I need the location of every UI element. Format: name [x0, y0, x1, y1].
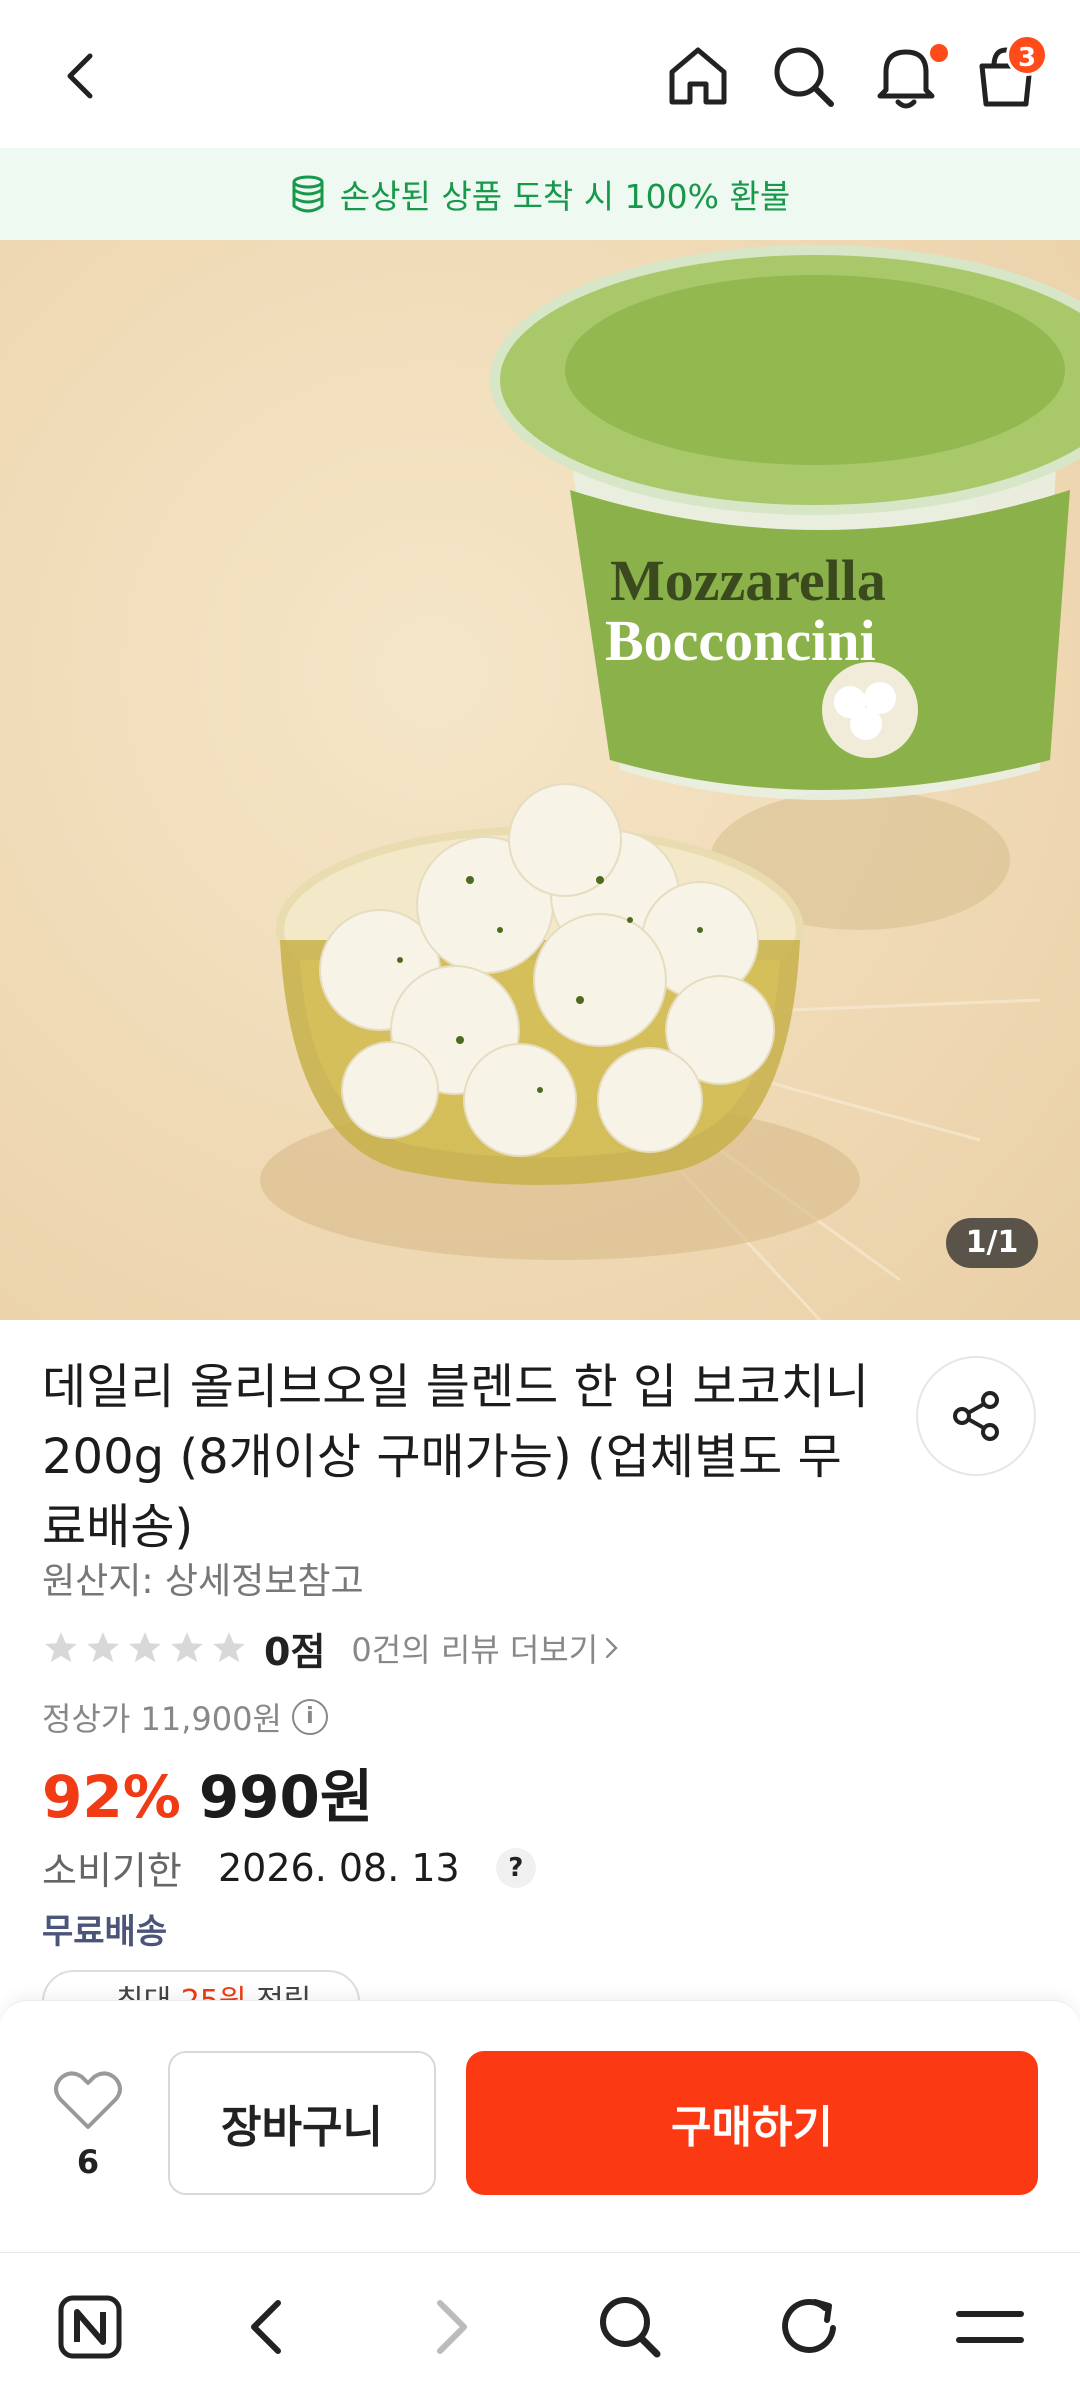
menu-icon	[956, 2311, 1024, 2343]
heart-icon	[54, 2071, 122, 2129]
search-icon	[600, 2297, 661, 2358]
product-title: 데일리 올리브오일 블렌드 한 입 보코치니 200g (8개이상 구매가능) …	[42, 1359, 870, 1555]
naver-n-icon	[58, 2295, 122, 2359]
sale-price: 990원	[198, 1763, 374, 1831]
star-icon	[129, 1632, 161, 1663]
browser-search-button[interactable]	[590, 2287, 670, 2367]
refund-banner[interactable]: 손상된 상품 도착 시 100% 환불	[0, 148, 1080, 240]
expiry-label: 소비기한	[42, 1849, 182, 1893]
search-icon	[774, 47, 834, 107]
add-to-cart-button[interactable]: 장바구니	[168, 2051, 436, 2195]
share-icon	[953, 1391, 999, 1441]
chevron-left-icon	[67, 53, 93, 99]
rating-row[interactable]: 0점 0건의 리뷰 더보기	[42, 1622, 620, 1674]
star-icon	[45, 1632, 77, 1663]
browser-forward-button[interactable]	[410, 2287, 490, 2367]
buy-now-button[interactable]: 구매하기	[466, 2051, 1038, 2195]
chevron-right-icon	[606, 1638, 618, 1658]
coin-stack-icon	[292, 175, 324, 213]
list-price: 정상가 11,900원	[42, 1700, 282, 1738]
svg-text:Mozzarella: Mozzarella	[610, 548, 886, 613]
review-more-label: 0건의 리뷰 더보기	[351, 1631, 599, 1669]
star-icon	[87, 1632, 119, 1663]
browser-nav-bar	[0, 2252, 1080, 2402]
share-button[interactable]	[916, 1356, 1036, 1476]
refresh-icon	[782, 2299, 836, 2353]
top-app-bar: 3	[0, 0, 1080, 148]
refund-banner-text: 손상된 상품 도착 시 100% 환불	[339, 177, 791, 216]
forward-arrow-icon	[437, 2300, 467, 2354]
home-icon	[669, 47, 727, 105]
star-icon	[213, 1632, 245, 1663]
svg-text:Bocconcini: Bocconcini	[605, 608, 876, 673]
purchase-bar: 6 장바구니 구매하기	[0, 2000, 1080, 2252]
origin-text: 원산지: 상세정보참고	[42, 1561, 364, 1602]
browser-back-button[interactable]	[228, 2287, 308, 2367]
expiry-value: 2026. 08. 13	[218, 1845, 460, 1890]
discount-rate: 92%	[42, 1763, 181, 1831]
rating-stars	[42, 1629, 248, 1667]
naver-home-button[interactable]	[50, 2287, 130, 2367]
notification-dot	[930, 44, 948, 62]
browser-menu-button[interactable]	[950, 2287, 1030, 2367]
image-counter: 1/1	[946, 1218, 1038, 1268]
search-button[interactable]	[765, 38, 841, 114]
home-button[interactable]	[660, 38, 736, 114]
cart-count-badge: 3	[1006, 34, 1048, 76]
expiry-row: 소비기한 2026. 08. 13 ?	[42, 1840, 536, 1895]
like-button[interactable]: 6	[52, 2069, 124, 2181]
review-more-link[interactable]: 0건의 리뷰 더보기	[351, 1625, 620, 1671]
product-image[interactable]: Mozzarella Bocconcini 1/1	[0, 240, 1080, 1320]
help-icon[interactable]: ?	[495, 1847, 536, 1888]
price-row: 92% 990원	[42, 1750, 373, 1834]
shipping-text: 무료배송	[42, 1912, 168, 1952]
list-price-row: 정상가 11,900원 i	[42, 1694, 328, 1740]
like-count: 6	[76, 2143, 100, 2181]
info-icon[interactable]: i	[291, 1699, 328, 1735]
rating-score: 0점	[264, 1629, 326, 1674]
back-arrow-icon	[251, 2300, 281, 2354]
back-button[interactable]	[52, 40, 112, 110]
star-icon	[171, 1632, 203, 1663]
product-photo-illustration: Mozzarella Bocconcini	[260, 245, 1080, 1320]
browser-refresh-button[interactable]	[770, 2287, 850, 2367]
